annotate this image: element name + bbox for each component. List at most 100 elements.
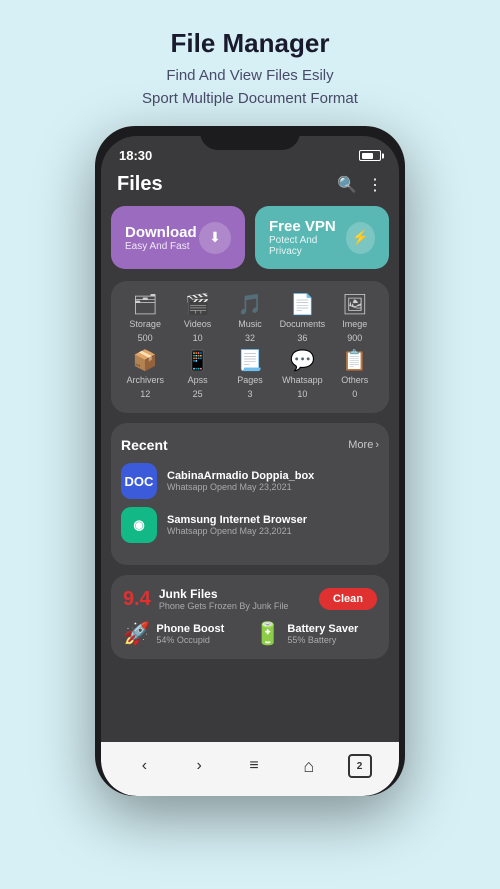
recent-title: Recent — [121, 437, 168, 453]
junk-info: Junk Files Phone Gets Frozen By Junk Fil… — [159, 587, 311, 611]
recent-item-name: Samsung Internet Browser — [167, 514, 379, 526]
file-item[interactable]: 📋 Others 0 — [331, 351, 379, 399]
file-item-count: 12 — [140, 389, 150, 399]
page-subtitle: Find And View Files Esily Sport Multiple… — [142, 65, 358, 110]
nav-bar: ‹ › ≡ ⌂ 2 — [101, 742, 399, 796]
search-icon[interactable]: 🔍 — [337, 175, 357, 195]
file-item[interactable]: 🗂 Storage 500 — [121, 295, 169, 343]
junk-sub: Phone Gets Frozen By Junk File — [159, 601, 311, 611]
file-icon-glyph: 📋 — [342, 351, 367, 371]
battery-fill — [362, 153, 374, 159]
file-item-count: 10 — [193, 333, 203, 343]
scroll-content[interactable]: Download Easy And Fast ⬇ Free VPN Potect… — [101, 206, 399, 742]
nav-square-button[interactable]: 2 — [348, 754, 372, 778]
file-item[interactable]: 🎵 Music 32 — [226, 295, 274, 343]
status-time: 18:30 — [119, 148, 152, 163]
boost-icon: 🚀 — [123, 621, 150, 647]
file-item-count: 36 — [297, 333, 307, 343]
download-button[interactable]: Download Easy And Fast ⬇ — [111, 206, 245, 269]
action-buttons: Download Easy And Fast ⬇ Free VPN Potect… — [111, 206, 389, 269]
menu-icon: ≡ — [249, 757, 258, 775]
file-item-count: 0 — [352, 389, 357, 399]
file-item-count: 10 — [297, 389, 307, 399]
battery-icon — [359, 150, 381, 161]
file-item[interactable]: 📱 Apss 25 — [173, 351, 221, 399]
boost-title: Phone Boost — [156, 623, 224, 635]
file-icon-glyph: 🖼 — [342, 295, 367, 315]
phone-notch — [200, 126, 300, 150]
file-icon-glyph: 🎬 — [185, 295, 210, 315]
utility-bottom: 🚀 Phone Boost 54% Occupid 🔋 Battery Save… — [123, 621, 377, 647]
recent-item[interactable]: DOC CabinaArmadio Doppia_box Whatsapp Op… — [121, 463, 379, 499]
file-item-name: Documents — [280, 319, 326, 329]
battery-title: Battery Saver — [287, 623, 358, 635]
file-grid: 🗂 Storage 500 🎬 Videos 10 🎵 Music 32 📄 D… — [121, 295, 379, 399]
file-icon-glyph: 📄 — [290, 295, 315, 315]
file-item-name: Pages — [237, 375, 263, 385]
junk-row: 9.4 Junk Files Phone Gets Frozen By Junk… — [123, 587, 377, 611]
page-title: File Manager — [142, 28, 358, 59]
header-icons: 🔍 ⋮ — [337, 175, 383, 195]
file-icon-glyph: 💬 — [290, 351, 315, 371]
file-item[interactable]: 💬 Whatsapp 10 — [278, 351, 326, 399]
recent-items: DOC CabinaArmadio Doppia_box Whatsapp Op… — [121, 463, 379, 543]
file-item-name: Apss — [188, 375, 208, 385]
phone-boost-item[interactable]: 🚀 Phone Boost 54% Occupid — [123, 621, 246, 647]
download-icon: ⬇ — [199, 222, 231, 254]
file-item-name: Imege — [342, 319, 367, 329]
nav-back-button[interactable]: ‹ — [128, 750, 160, 782]
file-grid-card: 🗂 Storage 500 🎬 Videos 10 🎵 Music 32 📄 D… — [111, 281, 389, 413]
battery-saver-icon: 🔋 — [254, 621, 281, 647]
file-item-count: 32 — [245, 333, 255, 343]
file-icon-glyph: 🗂 — [133, 295, 158, 315]
nav-menu-button[interactable]: ≡ — [238, 750, 270, 782]
battery-saver-item[interactable]: 🔋 Battery Saver 55% Battery — [254, 621, 377, 647]
junk-title: Junk Files — [159, 587, 311, 601]
recent-card: Recent More › DOC CabinaArmadio Doppia_b… — [111, 423, 389, 565]
back-icon: ‹ — [142, 757, 147, 775]
file-item-name: Whatsapp — [282, 375, 323, 385]
file-item-name: Others — [341, 375, 368, 385]
more-link[interactable]: More › — [348, 439, 379, 451]
file-item[interactable]: 🎬 Videos 10 — [173, 295, 221, 343]
recent-item-meta: Whatsapp Opend May 23,2021 — [167, 482, 379, 492]
battery-sub: 55% Battery — [287, 635, 358, 645]
app-title: Files — [117, 173, 163, 196]
vpn-button[interactable]: Free VPN Potect And Privacy ⚡ — [255, 206, 389, 269]
app-header: Files 🔍 ⋮ — [101, 167, 399, 206]
file-item[interactable]: 📄 Documents 36 — [278, 295, 326, 343]
recent-item-icon: ◉ — [121, 507, 157, 543]
file-item[interactable]: 📦 Archivers 12 — [121, 351, 169, 399]
utility-card: 9.4 Junk Files Phone Gets Frozen By Junk… — [111, 575, 389, 659]
file-icon-glyph: 📦 — [133, 351, 158, 371]
file-item-count: 25 — [193, 389, 203, 399]
recent-header: Recent More › — [121, 437, 379, 453]
nav-forward-button[interactable]: › — [183, 750, 215, 782]
recent-item-icon: DOC — [121, 463, 157, 499]
file-item-name: Videos — [184, 319, 211, 329]
file-item-count: 900 — [347, 333, 362, 343]
file-item-count: 3 — [247, 389, 252, 399]
forward-icon: › — [197, 757, 202, 775]
vpn-main-label: Free VPN — [269, 218, 346, 235]
download-sub-label: Easy And Fast — [125, 241, 197, 252]
more-icon[interactable]: ⋮ — [367, 175, 383, 195]
download-main-label: Download — [125, 224, 197, 241]
file-item[interactable]: 📃 Pages 3 — [226, 351, 274, 399]
junk-score: 9.4 — [123, 588, 151, 611]
file-item-name: Storage — [129, 319, 161, 329]
phone-frame: 18:30 Files 🔍 ⋮ Download Easy And Fast — [95, 126, 405, 796]
file-item[interactable]: 🖼 Imege 900 — [331, 295, 379, 343]
home-icon: ⌂ — [303, 756, 314, 777]
nav-home-button[interactable]: ⌂ — [293, 750, 325, 782]
recent-item-name: CabinaArmadio Doppia_box — [167, 470, 379, 482]
boost-sub: 54% Occupid — [156, 635, 224, 645]
file-item-count: 500 — [138, 333, 153, 343]
page-header: File Manager Find And View Files Esily S… — [122, 0, 378, 126]
recent-item-meta: Whatsapp Opend May 23,2021 — [167, 526, 379, 536]
clean-button[interactable]: Clean — [319, 588, 377, 610]
recent-item[interactable]: ◉ Samsung Internet Browser Whatsapp Open… — [121, 507, 379, 543]
file-item-name: Archivers — [126, 375, 164, 385]
phone-screen: 18:30 Files 🔍 ⋮ Download Easy And Fast — [101, 136, 399, 796]
file-item-name: Music — [238, 319, 262, 329]
